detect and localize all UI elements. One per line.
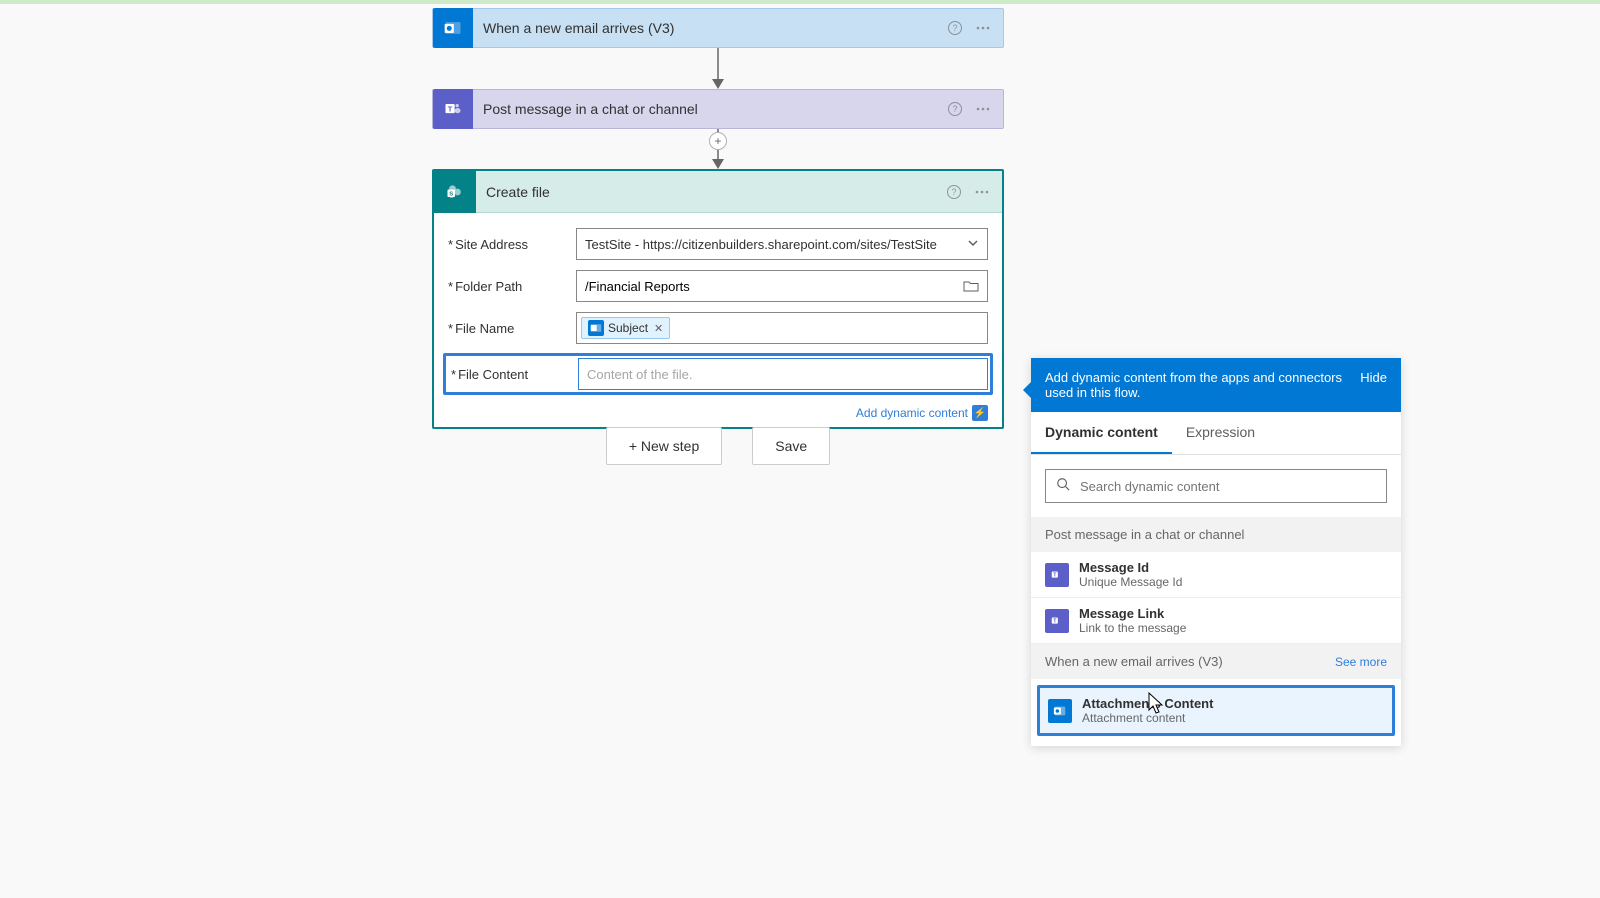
teams-title: Post message in a chat or channel bbox=[473, 101, 947, 117]
item-message-link[interactable]: T Message Link Link to the message bbox=[1031, 598, 1401, 644]
file-name-input[interactable]: Subject ✕ bbox=[576, 312, 988, 344]
svg-text:T: T bbox=[448, 105, 453, 114]
svg-text:?: ? bbox=[951, 187, 956, 197]
folder-path-row: *Folder Path /Financial Reports bbox=[448, 269, 988, 303]
action-buttons: + New step Save bbox=[432, 427, 1004, 465]
item-message-id[interactable]: T Message Id Unique Message Id bbox=[1031, 552, 1401, 598]
create-file-header[interactable]: S Create file ? bbox=[434, 171, 1002, 213]
more-icon[interactable] bbox=[975, 101, 991, 117]
new-step-button[interactable]: + New step bbox=[606, 427, 722, 465]
svg-text:S: S bbox=[449, 191, 453, 197]
subject-token[interactable]: Subject ✕ bbox=[581, 317, 670, 339]
see-more-link[interactable]: See more bbox=[1335, 655, 1387, 669]
create-file-card: S Create file ? *Site Address TestSite -… bbox=[432, 169, 1004, 429]
tab-expression[interactable]: Expression bbox=[1172, 412, 1269, 454]
panel-tabs: Dynamic content Expression bbox=[1031, 412, 1401, 455]
trigger-card[interactable]: When a new email arrives (V3) ? bbox=[432, 8, 1004, 48]
folder-path-input[interactable]: /Financial Reports bbox=[576, 270, 988, 302]
trigger-title: When a new email arrives (V3) bbox=[473, 20, 947, 36]
help-icon[interactable]: ? bbox=[946, 184, 962, 200]
outlook-icon bbox=[433, 8, 473, 48]
search-box[interactable] bbox=[1045, 469, 1387, 503]
search-input[interactable] bbox=[1080, 479, 1376, 494]
search-icon bbox=[1056, 477, 1070, 496]
outlook-icon bbox=[588, 320, 604, 336]
teams-card[interactable]: T Post message in a chat or channel ? bbox=[432, 89, 1004, 129]
site-address-value: TestSite - https://citizenbuilders.share… bbox=[585, 237, 937, 252]
help-icon[interactable]: ? bbox=[947, 20, 963, 36]
panel-arrow-tip bbox=[1023, 382, 1031, 398]
item-title: Attachments Content bbox=[1082, 696, 1213, 711]
teams-icon: T bbox=[433, 89, 473, 129]
token-label: Subject bbox=[608, 321, 648, 335]
svg-text:?: ? bbox=[952, 23, 957, 33]
more-icon[interactable] bbox=[974, 184, 990, 200]
item-title: Message Id bbox=[1079, 560, 1182, 575]
dynamic-content-panel: Add dynamic content from the apps and co… bbox=[1031, 358, 1401, 746]
sharepoint-icon: S bbox=[434, 171, 476, 213]
panel-body bbox=[1031, 455, 1401, 517]
insert-step-button[interactable]: + bbox=[709, 132, 727, 150]
hide-link[interactable]: Hide bbox=[1360, 370, 1387, 385]
folder-picker-icon[interactable] bbox=[963, 278, 979, 294]
file-content-label: *File Content bbox=[448, 367, 578, 382]
file-content-row: *File Content Content of the file. bbox=[443, 353, 993, 395]
save-button[interactable]: Save bbox=[752, 427, 830, 465]
folder-path-value: /Financial Reports bbox=[585, 279, 690, 294]
site-address-dropdown[interactable]: TestSite - https://citizenbuilders.share… bbox=[576, 228, 988, 260]
site-address-row: *Site Address TestSite - https://citizen… bbox=[448, 227, 988, 261]
site-address-label: *Site Address bbox=[448, 237, 576, 252]
group-email: When a new email arrives (V3) See more bbox=[1031, 644, 1401, 679]
create-file-title: Create file bbox=[476, 184, 946, 200]
more-icon[interactable] bbox=[975, 20, 991, 36]
item-desc: Unique Message Id bbox=[1079, 575, 1182, 589]
flow-canvas: When a new email arrives (V3) ? T Post m… bbox=[0, 4, 1600, 898]
folder-path-label: *Folder Path bbox=[448, 279, 576, 294]
file-content-placeholder: Content of the file. bbox=[583, 367, 697, 382]
file-name-label: *File Name bbox=[448, 321, 576, 336]
help-icon[interactable]: ? bbox=[947, 101, 963, 117]
file-name-row: *File Name Subject ✕ bbox=[448, 311, 988, 345]
item-desc: Attachment content bbox=[1082, 711, 1213, 725]
token-remove-icon[interactable]: ✕ bbox=[654, 322, 663, 335]
outlook-icon bbox=[1048, 699, 1072, 723]
chevron-down-icon bbox=[967, 237, 979, 252]
file-content-input[interactable]: Content of the file. bbox=[578, 358, 988, 390]
add-dynamic-content-link[interactable]: Add dynamic content ⚡ bbox=[856, 405, 988, 421]
item-title: Message Link bbox=[1079, 606, 1186, 621]
svg-text:?: ? bbox=[952, 104, 957, 114]
panel-header: Add dynamic content from the apps and co… bbox=[1031, 358, 1401, 412]
teams-icon: T bbox=[1045, 609, 1069, 633]
teams-icon: T bbox=[1045, 563, 1069, 587]
create-file-body: *Site Address TestSite - https://citizen… bbox=[434, 213, 1002, 427]
panel-heading-text: Add dynamic content from the apps and co… bbox=[1045, 370, 1350, 400]
dynamic-content-icon: ⚡ bbox=[972, 405, 988, 421]
group-teams: Post message in a chat or channel bbox=[1031, 517, 1401, 552]
item-attachments-content[interactable]: Attachments Content Attachment content bbox=[1037, 685, 1395, 736]
tab-dynamic-content[interactable]: Dynamic content bbox=[1031, 412, 1172, 454]
item-desc: Link to the message bbox=[1079, 621, 1186, 635]
